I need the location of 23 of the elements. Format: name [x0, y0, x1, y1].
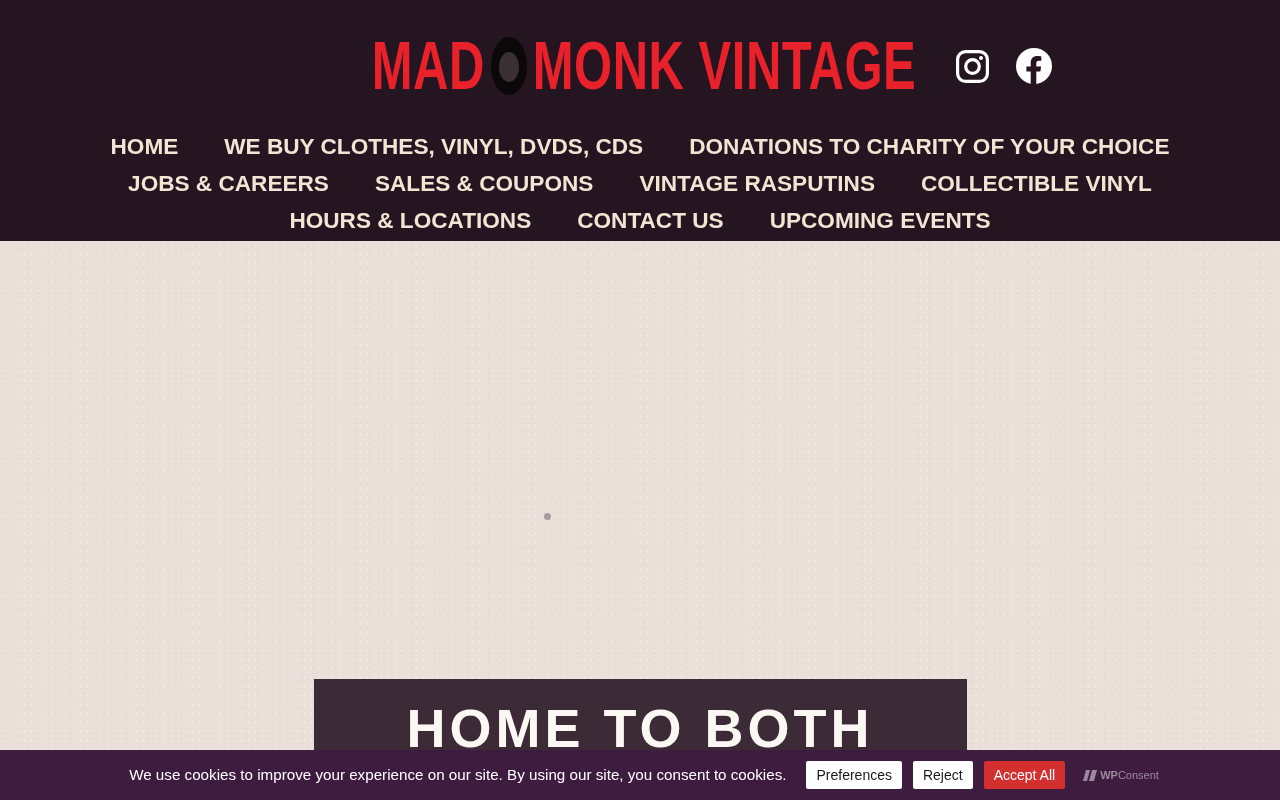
reject-button[interactable]: Reject	[912, 761, 973, 789]
nav-link[interactable]: COLLECTIBLE VINYL	[920, 165, 1152, 202]
preferences-button[interactable]: Preferences	[806, 761, 902, 789]
logo-text: MONK VINTAGE	[532, 32, 917, 100]
instagram-icon[interactable]	[956, 49, 990, 83]
brand-text: WPConsent	[1100, 767, 1159, 783]
nav-link[interactable]: VINTAGE RASPUTINS	[639, 165, 875, 202]
hero-heading: HOME TO BOTH	[405, 697, 875, 760]
nav-link[interactable]: UPCOMING EVENTS	[769, 202, 991, 239]
nav-link[interactable]: HOURS & LOCATIONS	[289, 202, 532, 239]
nav-link[interactable]: HOME	[110, 128, 179, 165]
facebook-icon[interactable]	[1016, 48, 1053, 84]
accept-button[interactable]: Accept All	[983, 761, 1066, 789]
nav-link[interactable]: DONATIONS TO CHARITY OF YOUR CHOICE	[689, 128, 1170, 165]
brand-logo-icon	[1083, 769, 1098, 781]
cookie-message: We use cookies to improve your experience on our site. By using our site, you consent to cookies.	[129, 764, 787, 785]
nav-link[interactable]: CONTACT US	[577, 202, 724, 239]
nav-link[interactable]: JOBS & CAREERS	[128, 165, 329, 202]
logo-text: MAD	[371, 32, 485, 100]
nav-link[interactable]: SALES & COUPONS	[374, 165, 594, 202]
portrait-oval-icon	[490, 37, 527, 95]
nav-link[interactable]: WE BUY CLOTHES, VINYL, DVDS, CDS	[224, 128, 644, 165]
dot-icon	[544, 513, 551, 520]
